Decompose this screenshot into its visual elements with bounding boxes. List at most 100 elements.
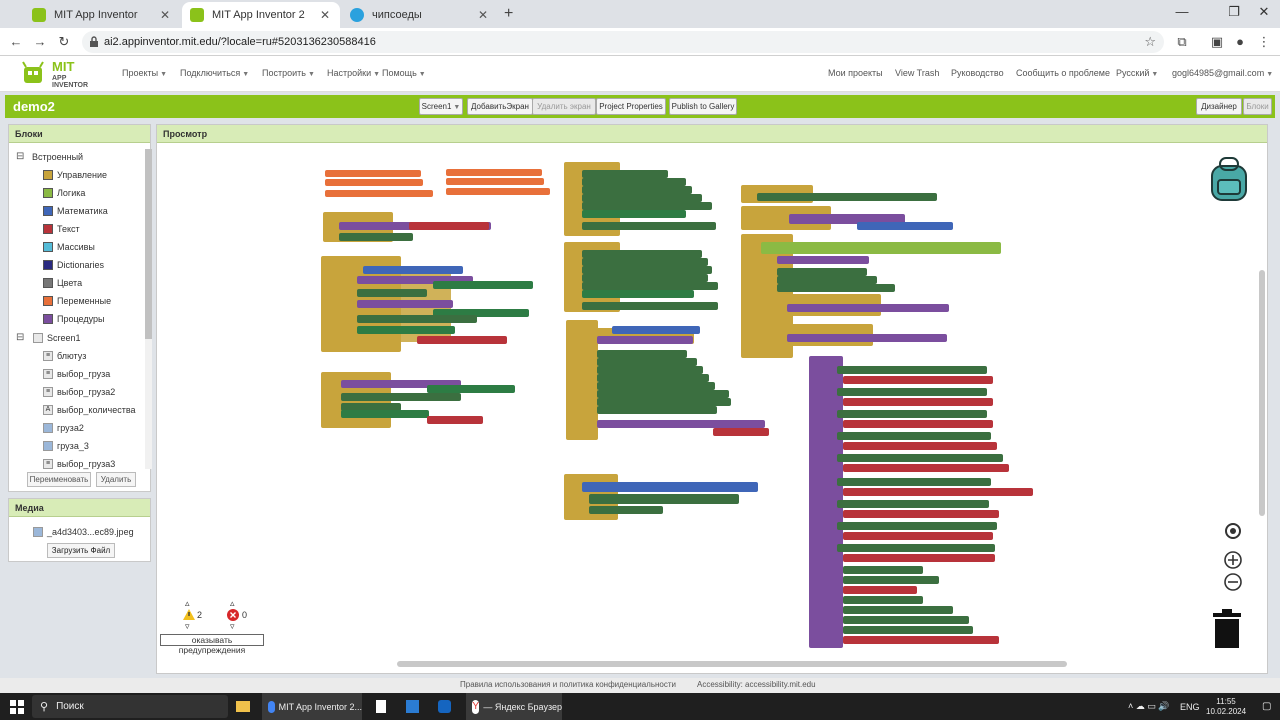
component-item[interactable]: груза_3 [43, 441, 89, 451]
drawer-lists[interactable]: Массивы [43, 242, 95, 252]
set-property-block[interactable] [582, 274, 708, 282]
global-variable-block[interactable] [325, 170, 421, 177]
set-property-block[interactable] [339, 233, 413, 241]
clock[interactable]: 11:55 10.02.2024 [1206, 693, 1246, 720]
component-item[interactable]: ≡ выбор_груза [43, 369, 110, 379]
upload-file-button[interactable]: Загрузить Файл [47, 543, 115, 558]
component-item[interactable]: Aвыбор_количества [43, 405, 136, 415]
logic-block[interactable] [761, 242, 1001, 254]
set-property-block[interactable] [777, 268, 867, 276]
procedure-call-block[interactable] [357, 300, 453, 308]
if-block[interactable] [837, 366, 987, 374]
scrollbar-thumb[interactable] [145, 149, 152, 339]
procedure-call-block[interactable] [787, 304, 949, 312]
call-component-block[interactable] [341, 410, 429, 418]
set-property-block[interactable] [582, 170, 668, 178]
app-inventor-logo[interactable]: MIT APP INVENTOR [20, 59, 102, 89]
text-block[interactable] [843, 554, 995, 562]
browser-tab-1[interactable]: MIT App Inventor ✕ [24, 2, 180, 28]
set-property-block[interactable] [357, 315, 477, 323]
set-property-block[interactable] [582, 266, 712, 274]
add-screen-button[interactable]: ДобавитьЭкран [467, 98, 533, 115]
global-variable-block[interactable] [446, 178, 544, 185]
set-property-block[interactable] [582, 250, 702, 258]
set-property-block[interactable] [843, 616, 969, 624]
set-property-block[interactable] [597, 374, 709, 382]
component-getter-block[interactable] [433, 281, 533, 289]
bookmark-star-icon[interactable]: ☆ [1144, 31, 1156, 53]
error-toggle-down-icon[interactable]: ▿ [230, 621, 235, 632]
component-getter-block[interactable] [427, 385, 515, 393]
global-variable-block[interactable] [325, 179, 423, 186]
set-property-block[interactable] [582, 282, 718, 290]
set-property-block[interactable] [582, 178, 686, 186]
math-block[interactable] [857, 222, 953, 230]
set-property-block[interactable] [597, 350, 687, 358]
zoom-in-icon[interactable] [1223, 550, 1243, 570]
compare-block[interactable] [612, 326, 700, 334]
menu-view-trash[interactable]: View Trash [895, 68, 939, 78]
menu-projects[interactable]: Проекты ▼ [122, 68, 167, 78]
text-block[interactable] [843, 398, 993, 406]
text-block[interactable] [427, 416, 483, 424]
global-variable-block[interactable] [325, 190, 433, 197]
text-block[interactable] [843, 586, 917, 594]
menu-help[interactable]: Помощь ▼ [382, 68, 426, 78]
forward-icon[interactable]: → [32, 34, 48, 50]
call-component-block[interactable] [357, 326, 455, 334]
drawer-variables[interactable]: Переменные [43, 296, 111, 306]
publish-to-gallery-button[interactable]: Publish to Gallery [669, 98, 737, 115]
if-block[interactable] [837, 500, 989, 508]
menu-guide[interactable]: Руководство [951, 68, 1004, 78]
text-block[interactable] [409, 222, 489, 230]
drawer-control[interactable]: Управление [43, 170, 107, 180]
workspace-horizontal-scrollbar[interactable] [397, 661, 1067, 667]
set-property-block[interactable] [582, 302, 718, 310]
workspace-vertical-scrollbar[interactable] [1259, 270, 1265, 516]
drawer-text[interactable]: Текст [43, 224, 80, 234]
warning-toggle-down-icon[interactable]: ▿ [185, 621, 190, 632]
if-block[interactable] [837, 432, 991, 440]
if-block[interactable] [837, 388, 987, 396]
reload-icon[interactable]: ↻ [56, 34, 72, 50]
menu-language[interactable]: Русский ▼ [1116, 68, 1158, 78]
browser-menu-icon[interactable]: ⋮ [1256, 34, 1272, 50]
text-block[interactable] [417, 336, 507, 344]
text-block[interactable] [843, 420, 993, 428]
drawer-procedures[interactable]: Процедуры [43, 314, 104, 324]
app-icon[interactable] [406, 693, 419, 720]
call-component-block[interactable] [582, 482, 758, 492]
browser-tab-3[interactable]: чипсоеды ✕ [342, 2, 498, 28]
document-icon[interactable] [376, 693, 386, 720]
procedure-call-block[interactable] [597, 420, 765, 428]
set-property-block[interactable] [597, 358, 697, 366]
set-property-block[interactable] [597, 390, 729, 398]
set-property-block[interactable] [341, 393, 461, 401]
text-block[interactable] [843, 464, 1009, 472]
call-component-block[interactable] [582, 210, 686, 218]
restore-icon[interactable]: ❐ [1224, 4, 1244, 20]
procedure-call-block[interactable] [787, 334, 947, 342]
set-property-block[interactable] [843, 606, 953, 614]
set-property-block[interactable] [843, 566, 923, 574]
component-item[interactable]: ≡ блютуз [43, 351, 86, 361]
set-property-block[interactable] [597, 366, 703, 374]
warning-indicator[interactable]: 2 [183, 609, 202, 620]
start-button[interactable] [10, 693, 24, 720]
trash-icon[interactable] [1212, 609, 1242, 649]
if-block[interactable] [837, 454, 1003, 462]
drawer-dictionaries[interactable]: Dictionaries [43, 260, 104, 270]
menu-build[interactable]: Построить ▼ [262, 68, 315, 78]
tree-builtin[interactable]: Встроенный [32, 152, 83, 162]
minimize-icon[interactable]: — [1172, 4, 1192, 19]
component-item[interactable]: ≡ выбор_груза2 [43, 387, 115, 397]
set-property-block[interactable] [582, 258, 708, 266]
browser-tab-2[interactable]: MIT App Inventor 2 ✕ [182, 2, 340, 28]
drawer-math[interactable]: Математика [43, 206, 108, 216]
collapse-icon[interactable]: ⊟ [16, 332, 24, 343]
drawer-colors[interactable]: Цвета [43, 278, 82, 288]
set-property-block[interactable] [757, 193, 937, 201]
menu-report-issue[interactable]: Сообщить о проблеме [1016, 68, 1110, 78]
app-icon[interactable] [438, 693, 451, 720]
tree-screen1[interactable]: Screen1 [33, 333, 81, 343]
